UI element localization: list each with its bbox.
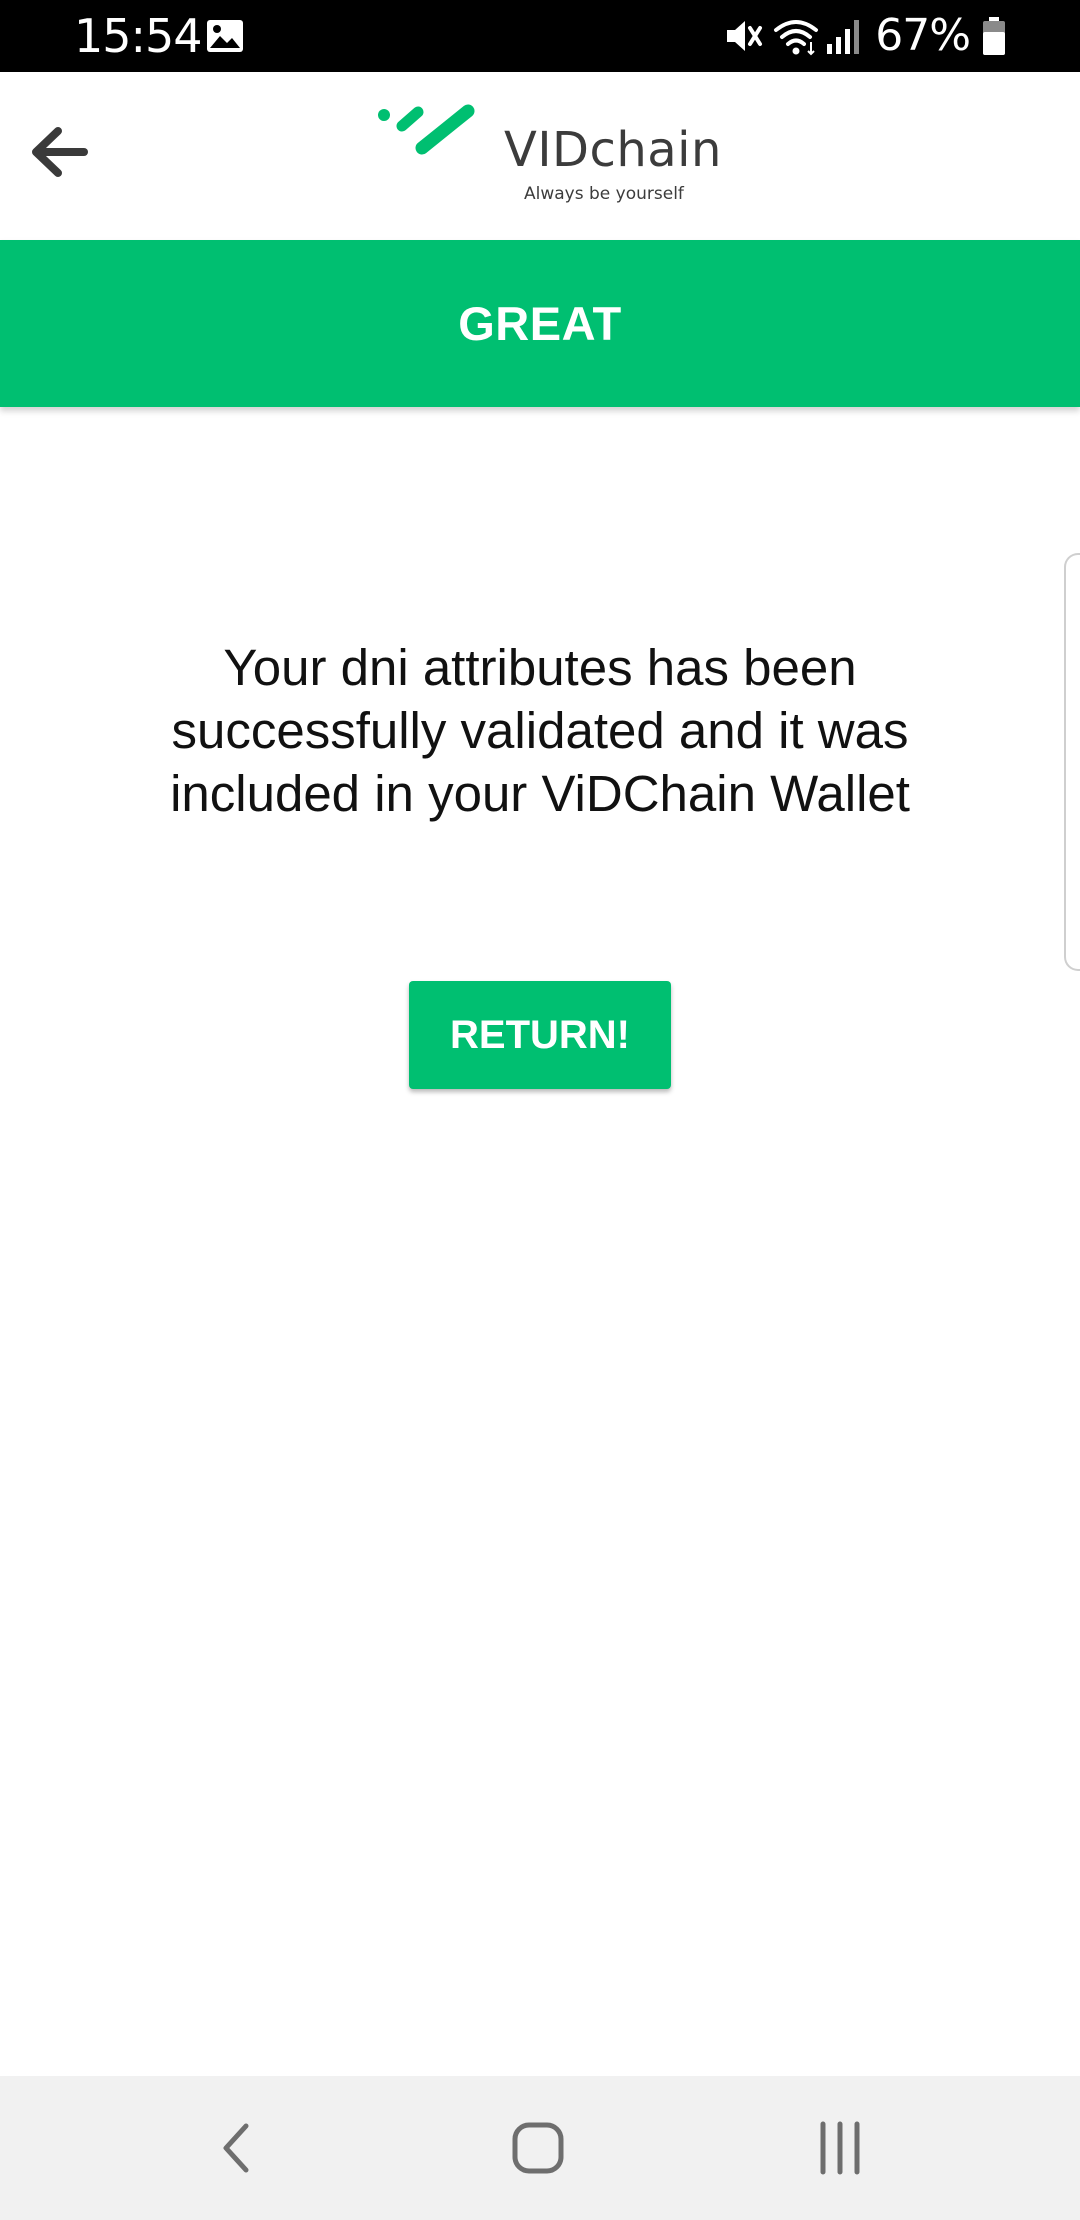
signal-icon (825, 16, 861, 56)
logo-name: VIDchain (504, 122, 722, 178)
home-icon (512, 2122, 564, 2174)
banner-title: GREAT (458, 297, 622, 350)
return-button[interactable]: RETURN! (409, 981, 671, 1089)
app-header: VIDchain Always be yourself (0, 72, 1080, 240)
wifi-icon (773, 16, 819, 56)
success-banner: GREAT (0, 240, 1080, 407)
success-message: Your dni attributes has been successfull… (170, 639, 910, 822)
nav-recents-button[interactable] (800, 2112, 880, 2184)
nav-home-button[interactable] (498, 2112, 578, 2184)
status-bar: 15:54 67% (0, 0, 1080, 72)
mute-icon (723, 16, 763, 56)
arrow-left-icon (32, 127, 88, 177)
gallery-icon (206, 19, 244, 53)
battery-icon (982, 16, 1006, 56)
status-indicators: 67% (723, 8, 1006, 64)
back-button[interactable] (24, 116, 96, 188)
vidchain-logo-mark (378, 104, 475, 155)
edge-panel-handle[interactable] (1064, 553, 1080, 971)
back-chevron-icon (223, 2123, 249, 2173)
nav-back-button[interactable] (196, 2112, 276, 2184)
logo-tagline: Always be yourself (524, 184, 684, 204)
recents-icon (820, 2121, 860, 2175)
screen: 15:54 67% VIDchain Always be yourself GR… (0, 0, 1080, 2220)
system-nav-bar (0, 2076, 1080, 2220)
status-time: 15:54 (74, 9, 203, 63)
vidchain-logo: VIDchain Always be yourself (372, 102, 721, 204)
battery-percent: 67% (875, 10, 971, 61)
